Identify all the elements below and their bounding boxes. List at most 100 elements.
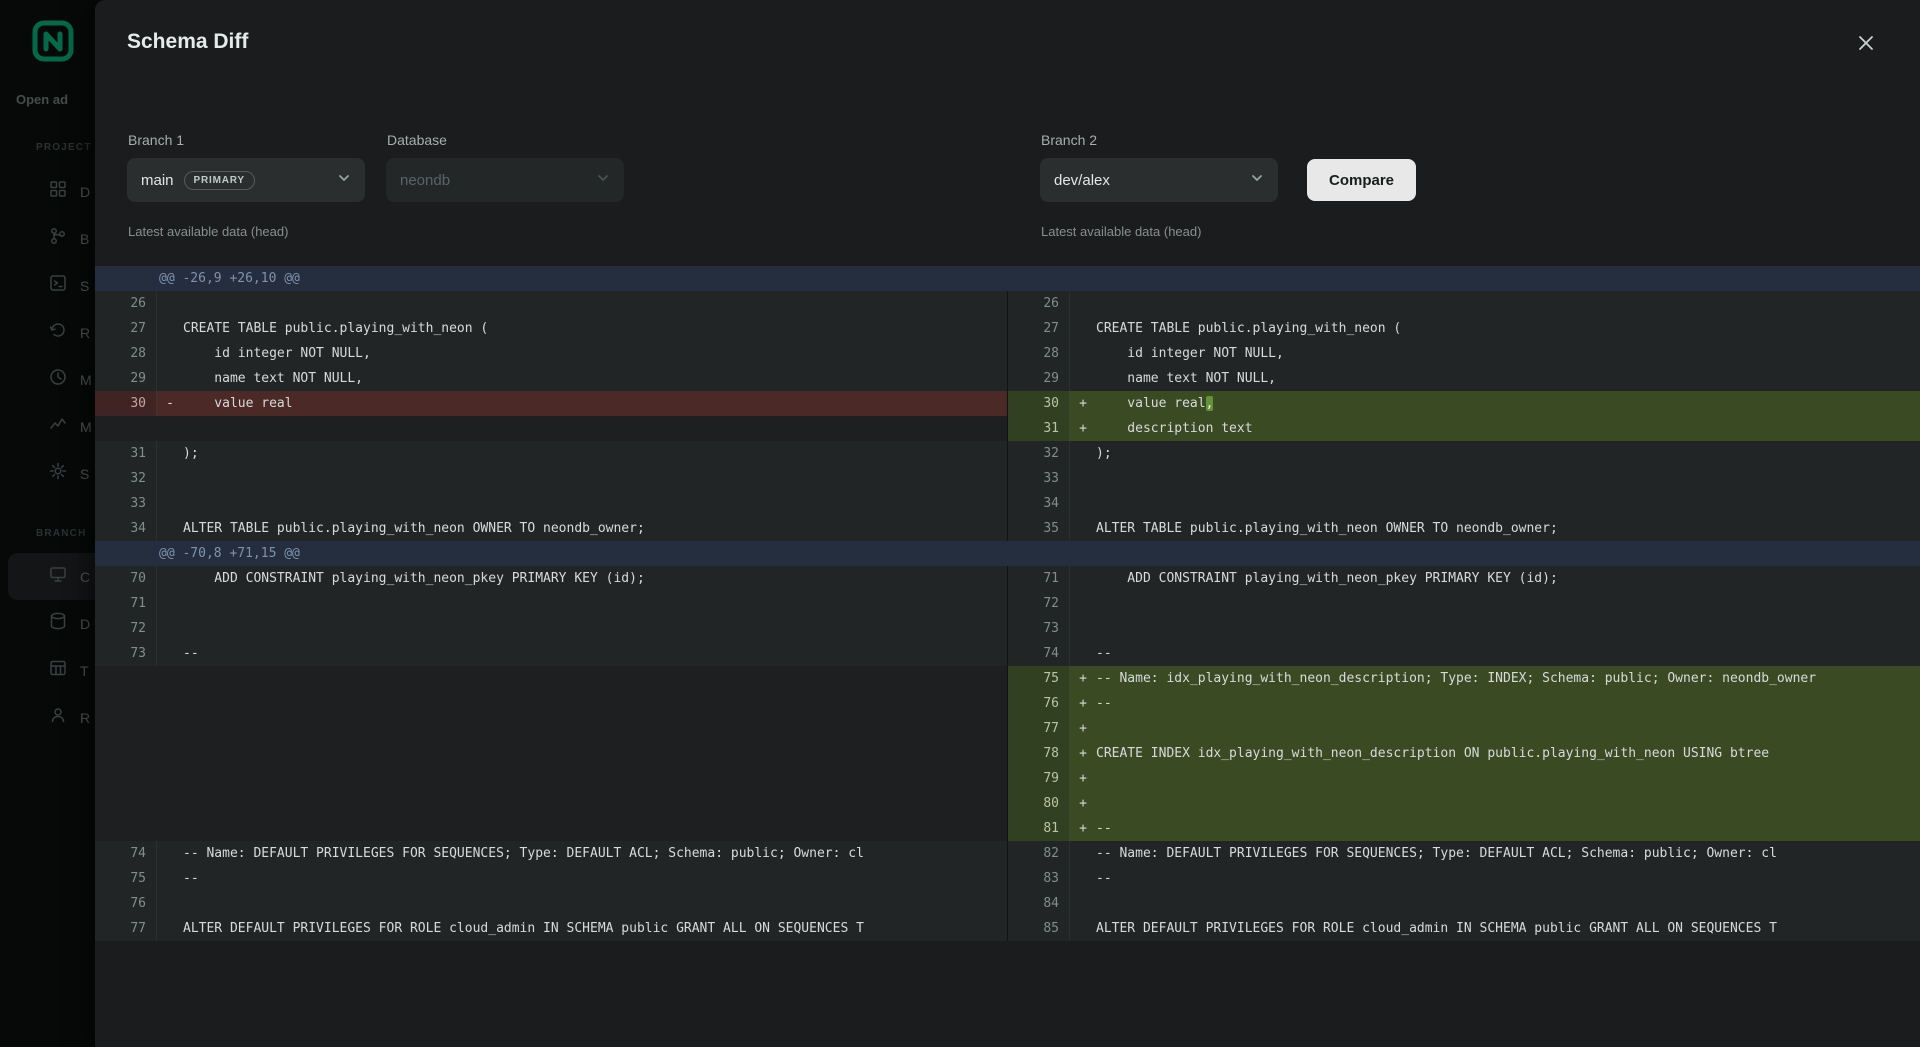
- diff-right-line-ctx: 33: [1007, 466, 1920, 491]
- line-number: 32: [1008, 441, 1070, 466]
- diff-right-line-add: 75+-- Name: idx_playing_with_neon_descri…: [1007, 666, 1920, 691]
- modal-overlay: [0, 0, 95, 1047]
- line-number: 27: [1008, 316, 1070, 341]
- schema-diff-modal: Schema Diff Branch 1 main PRIMARY Databa…: [95, 0, 1920, 1047]
- diff-right-line-add: 30+ value real,: [1007, 391, 1920, 416]
- line-number: 34: [1008, 491, 1070, 516]
- diff-left-line-ctx: 31);: [95, 441, 1007, 466]
- diff-row: 7684: [95, 891, 1920, 916]
- code-text: name text NOT NULL,: [183, 366, 363, 391]
- diff-sign: [157, 366, 183, 391]
- diff-right-line-ctx: 82-- Name: DEFAULT PRIVILEGES FOR SEQUEN…: [1007, 841, 1920, 866]
- line-number: 30: [95, 391, 157, 416]
- diff-sign: [1070, 866, 1096, 891]
- diff-sign: [1070, 616, 1096, 641]
- diff-sign: [157, 791, 183, 816]
- chevron-down-icon: [337, 171, 351, 190]
- line-number: 72: [95, 616, 157, 641]
- branch1-select[interactable]: main PRIMARY: [127, 158, 365, 202]
- diff-left-line-filler: [95, 766, 1007, 791]
- modal-title: Schema Diff: [127, 30, 248, 54]
- line-number: 73: [95, 641, 157, 666]
- line-number: 75: [1008, 666, 1070, 691]
- line-number: 26: [1008, 291, 1070, 316]
- diff-left-line-filler: [95, 416, 1007, 441]
- line-number: 72: [1008, 591, 1070, 616]
- diff-sign: [1070, 441, 1096, 466]
- diff-left-line-filler: [95, 666, 1007, 691]
- code-text: ADD CONSTRAINT playing_with_neon_pkey PR…: [1096, 566, 1558, 591]
- diff-sign: [1070, 516, 1096, 541]
- close-button[interactable]: [1850, 28, 1882, 60]
- code-text: id integer NOT NULL,: [183, 341, 371, 366]
- code-text: CREATE TABLE public.playing_with_neon (: [1096, 316, 1401, 341]
- diff-row: 31);32);: [95, 441, 1920, 466]
- diff-right-line-add: 78+CREATE INDEX idx_playing_with_neon_de…: [1007, 741, 1920, 766]
- line-number: 76: [95, 891, 157, 916]
- diff-sign: [157, 866, 183, 891]
- diff-sign: +: [1070, 816, 1096, 841]
- diff-row: 79+: [95, 766, 1920, 791]
- code-text: --: [1096, 641, 1112, 666]
- diff-row: 27 CREATE TABLE public.playing_with_neon …: [95, 316, 1920, 341]
- diff-row: 31+ description text: [95, 416, 1920, 441]
- diff-left-line-ctx: 26: [95, 291, 1007, 316]
- diff-left-line-ctx: 29 name text NOT NULL,: [95, 366, 1007, 391]
- line-number: 71: [95, 591, 157, 616]
- line-number: 71: [1008, 566, 1070, 591]
- diff-sign: [1070, 491, 1096, 516]
- code-text: --: [1096, 866, 1112, 891]
- diff-right-line-add: 79+: [1007, 766, 1920, 791]
- line-number: 28: [1008, 341, 1070, 366]
- line-number: 83: [1008, 866, 1070, 891]
- diff-hunk-header: @@ -26,9 +26,10 @@: [95, 266, 1920, 291]
- diff-left-line-filler: [95, 691, 1007, 716]
- diff-sign: [157, 666, 183, 691]
- code-text: value real: [183, 391, 293, 416]
- line-number: 33: [1008, 466, 1070, 491]
- line-number: [95, 416, 157, 441]
- code-text: );: [1096, 441, 1112, 466]
- diff-sign: [1070, 341, 1096, 366]
- line-number: 28: [95, 341, 157, 366]
- diff-right-line-ctx: 72: [1007, 591, 1920, 616]
- branch1-hint: Latest available data (head): [128, 224, 288, 239]
- diff-sign: [1070, 466, 1096, 491]
- diff-sign: [1070, 841, 1096, 866]
- database-value: neondb: [400, 172, 450, 189]
- database-select: neondb: [386, 158, 624, 202]
- diff-sign: [157, 416, 183, 441]
- diff-row: 76+--: [95, 691, 1920, 716]
- diff-left-line-ctx: 33: [95, 491, 1007, 516]
- line-number: 35: [1008, 516, 1070, 541]
- diff-right-line-add: 80+: [1007, 791, 1920, 816]
- line-number: 30: [1008, 391, 1070, 416]
- diff-right-line-ctx: 83 --: [1007, 866, 1920, 891]
- compare-button[interactable]: Compare: [1307, 159, 1416, 201]
- diff-left-line-ctx: 74-- Name: DEFAULT PRIVILEGES FOR SEQUEN…: [95, 841, 1007, 866]
- chevron-down-icon: [596, 171, 610, 190]
- line-number: 80: [1008, 791, 1070, 816]
- diff-sign: [157, 516, 183, 541]
- diff-sign: [157, 641, 183, 666]
- diff-left-line-ctx: 27CREATE TABLE public.playing_with_neon …: [95, 316, 1007, 341]
- line-number: [95, 741, 157, 766]
- line-number: 81: [1008, 816, 1070, 841]
- diff-hunk-header: @@ -70,8 +71,15 @@: [95, 541, 1920, 566]
- code-text: ALTER TABLE public.playing_with_neon OWN…: [183, 516, 645, 541]
- diff-sign: [157, 891, 183, 916]
- diff-left-line-ctx: 75--: [95, 866, 1007, 891]
- diff-row: 75--83 --: [95, 866, 1920, 891]
- line-number: 33: [95, 491, 157, 516]
- schema-diff-view: @@ -26,9 +26,10 @@262627 CREATE TABLE pub…: [95, 266, 1920, 941]
- diff-right-line-ctx: 28 id integer NOT NULL,: [1007, 341, 1920, 366]
- branch2-label: Branch 2: [1041, 132, 1097, 148]
- diff-row: 70 ADD CONSTRAINT playing_with_neon_pkey…: [95, 566, 1920, 591]
- branch2-select[interactable]: dev/alex: [1040, 158, 1278, 202]
- diff-right-line-ctx: 85ALTER DEFAULT PRIVILEGES FOR ROLE clou…: [1007, 916, 1920, 941]
- diff-left-line-filler: [95, 791, 1007, 816]
- diff-left-line-ctx: 76: [95, 891, 1007, 916]
- code-text: -- Name: DEFAULT PRIVILEGES FOR SEQUENCE…: [183, 841, 864, 866]
- diff-sign: [157, 616, 183, 641]
- line-number: 29: [1008, 366, 1070, 391]
